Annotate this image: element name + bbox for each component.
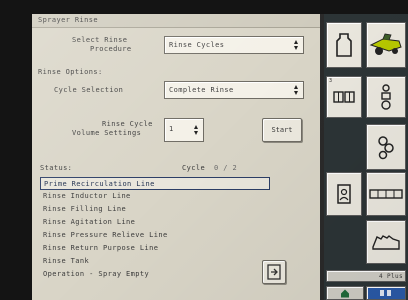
- tractor-tile[interactable]: [366, 22, 406, 68]
- cycle-label: Cycle: [182, 164, 206, 172]
- cycle-value: 0 / 2: [214, 164, 238, 172]
- rinse-cycle-value: 1: [169, 125, 174, 133]
- status-list-item: Operation - Spray Empty: [43, 270, 150, 278]
- hand-icon: [372, 235, 400, 250]
- rinse-procedure-value: Rinse Cycles: [169, 41, 225, 49]
- status-icon: [380, 290, 391, 296]
- status-list-item: Prime Recirculation Line: [40, 177, 270, 190]
- status-list-item: Rinse Agitation Line: [43, 218, 136, 226]
- page-title: Sprayer Rinse: [38, 16, 98, 24]
- status-list-item: Rinse Pressure Relieve Line: [43, 231, 168, 239]
- status-list-item: Rinse Filling Line: [43, 205, 127, 213]
- gear-tile[interactable]: [366, 124, 406, 170]
- status-list: Prime Recirculation Line Rinse Inductor L…: [40, 177, 270, 281]
- start-button[interactable]: Start: [262, 118, 302, 142]
- status-tile[interactable]: [366, 286, 406, 300]
- cycle-selection-value: Complete Rinse: [169, 86, 234, 94]
- rinse-procedure-dropdown[interactable]: Rinse Cycles: [164, 36, 304, 54]
- home-icon: [341, 289, 349, 298]
- rinse-exit-button[interactable]: [262, 260, 286, 284]
- right-shortcut-panel: 3 4 Plus: [324, 14, 408, 300]
- hand-tile[interactable]: [366, 220, 406, 264]
- status-list-item: Rinse Return Purpose Line: [43, 244, 159, 252]
- exit-icon: [267, 264, 281, 280]
- updown-arrow-icon: [194, 125, 199, 135]
- rinse-procedure-label-line2: Procedure: [90, 45, 132, 53]
- cycle-selection-label: Cycle Selection: [54, 86, 124, 94]
- section-grid-tile[interactable]: 3: [326, 76, 362, 118]
- boom-icon: [369, 189, 403, 199]
- updown-arrow-icon: [294, 40, 299, 50]
- product-icon: [337, 184, 351, 204]
- grid-icon: [333, 91, 355, 103]
- updown-arrow-icon: [294, 85, 299, 95]
- tank-icon: [336, 33, 352, 57]
- nozzle-tile[interactable]: [366, 76, 406, 118]
- rinse-procedure-label-line1: Select Rinse: [72, 36, 128, 44]
- footer-label: 4 Plus: [379, 273, 404, 280]
- rinse-cycle-label-line2: Volume Settings: [72, 129, 142, 137]
- rinse-cycle-label-line1: Rinse Cycle: [102, 120, 153, 128]
- display-screen: Sprayer Rinse Select Rinse Procedure Rin…: [32, 14, 408, 300]
- status-list-item: Rinse Tank: [43, 257, 90, 265]
- product-tile[interactable]: [326, 172, 362, 216]
- status-label: Status:: [40, 164, 73, 172]
- tractor-icon: [369, 33, 402, 55]
- gear-icon: [378, 136, 394, 160]
- title-bar: Sprayer Rinse: [32, 14, 320, 28]
- status-list-item: Rinse Inductor Line: [43, 192, 131, 200]
- tank-tile[interactable]: [326, 22, 362, 68]
- rinse-options-heading: Rinse Options:: [38, 68, 103, 76]
- tile-number: 3: [329, 78, 333, 84]
- rinse-cycle-dropdown[interactable]: 1: [164, 118, 204, 142]
- cycle-selection-dropdown[interactable]: Complete Rinse: [164, 81, 304, 99]
- nozzle-person-icon: [381, 84, 391, 110]
- boom-tile[interactable]: [366, 172, 406, 216]
- footer-tile[interactable]: 4 Plus: [326, 270, 406, 282]
- home-tile[interactable]: [326, 286, 364, 300]
